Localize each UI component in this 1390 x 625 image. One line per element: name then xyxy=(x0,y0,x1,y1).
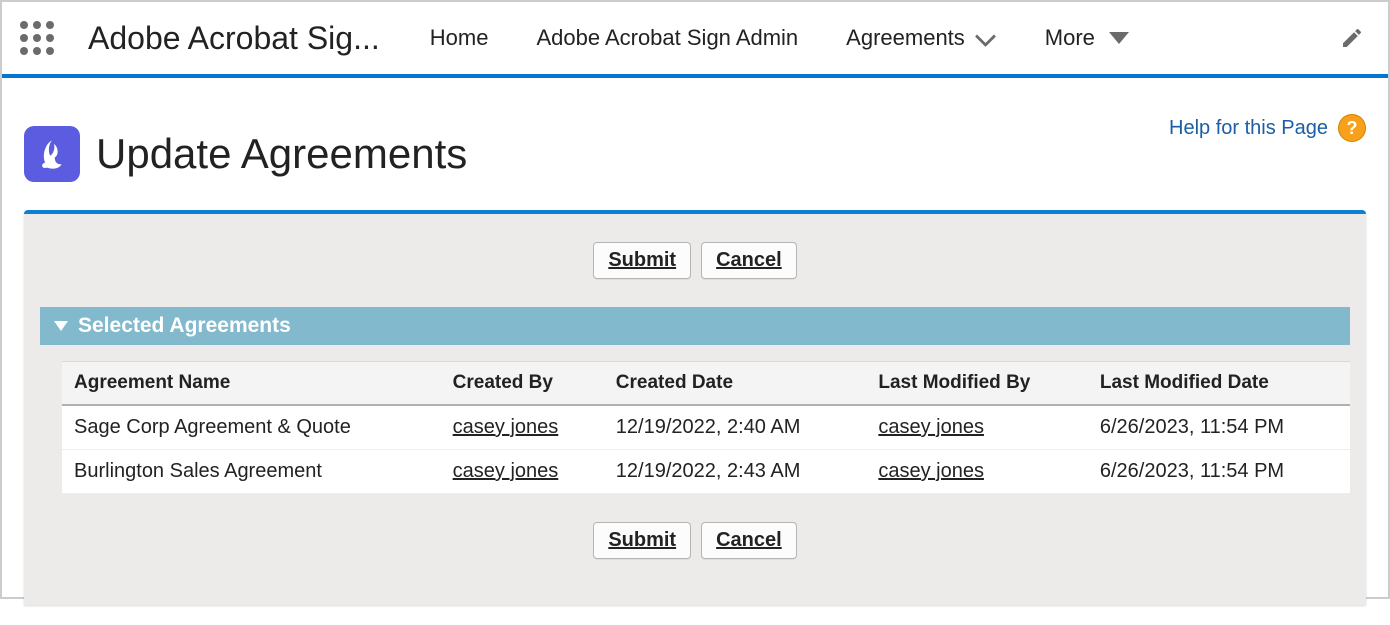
nav-admin[interactable]: Adobe Acrobat Sign Admin xyxy=(536,25,798,51)
main-panel: Submit Cancel Selected Agreements Agreem… xyxy=(24,210,1366,605)
nav-agreements[interactable]: Agreements xyxy=(846,25,997,51)
cell-modified-date: 6/26/2023, 11:54 PM xyxy=(1088,450,1350,494)
table-row: Burlington Sales Agreement casey jones 12/… xyxy=(62,450,1350,494)
app-launcher-icon[interactable] xyxy=(20,21,54,55)
cell-created-date: 12/19/2022, 2:43 AM xyxy=(604,450,867,494)
nav-items: Home Adobe Acrobat Sign Admin Agreements… xyxy=(430,25,1340,51)
app-title: Adobe Acrobat Sig... xyxy=(88,20,380,57)
pencil-icon[interactable] xyxy=(1340,26,1364,50)
col-modified-by: Last Modified By xyxy=(866,362,1088,406)
triangle-down-icon xyxy=(54,321,68,331)
table-row: Sage Corp Agreement & Quote casey jones 12… xyxy=(62,405,1350,450)
col-agreement-name: Agreement Name xyxy=(62,362,441,406)
help-icon[interactable]: ? xyxy=(1338,114,1366,142)
modified-by-link[interactable]: casey jones xyxy=(878,460,984,482)
chevron-down-icon xyxy=(975,27,997,49)
section-header[interactable]: Selected Agreements xyxy=(40,307,1350,345)
cell-modified-date: 6/26/2023, 11:54 PM xyxy=(1088,405,1350,450)
page-title: Update Agreements xyxy=(96,130,467,178)
col-modified-date: Last Modified Date xyxy=(1088,362,1350,406)
cell-agreement-name: Sage Corp Agreement & Quote xyxy=(62,405,441,450)
nav-more[interactable]: More xyxy=(1045,25,1129,51)
cell-created-date: 12/19/2022, 2:40 AM xyxy=(604,405,867,450)
agreements-table: Agreement Name Created By Created Date L… xyxy=(62,361,1350,494)
page-app-icon xyxy=(24,126,80,182)
cancel-button-top[interactable]: Cancel xyxy=(701,242,797,279)
help-link[interactable]: Help for this Page xyxy=(1169,117,1328,140)
col-created-date: Created Date xyxy=(604,362,867,406)
cell-agreement-name: Burlington Sales Agreement xyxy=(62,450,441,494)
created-by-link[interactable]: casey jones xyxy=(453,416,559,438)
nav-home[interactable]: Home xyxy=(430,25,489,51)
submit-button-bottom[interactable]: Submit xyxy=(593,522,691,559)
section-title: Selected Agreements xyxy=(78,314,291,338)
top-nav: Adobe Acrobat Sig... Home Adobe Acrobat … xyxy=(2,2,1388,78)
page-header: Update Agreements Help for this Page ? xyxy=(24,126,1366,182)
submit-button-top[interactable]: Submit xyxy=(593,242,691,279)
col-created-by: Created By xyxy=(441,362,604,406)
cancel-button-bottom[interactable]: Cancel xyxy=(701,522,797,559)
modified-by-link[interactable]: casey jones xyxy=(878,416,984,438)
created-by-link[interactable]: casey jones xyxy=(453,460,559,482)
triangle-down-icon xyxy=(1109,32,1129,44)
